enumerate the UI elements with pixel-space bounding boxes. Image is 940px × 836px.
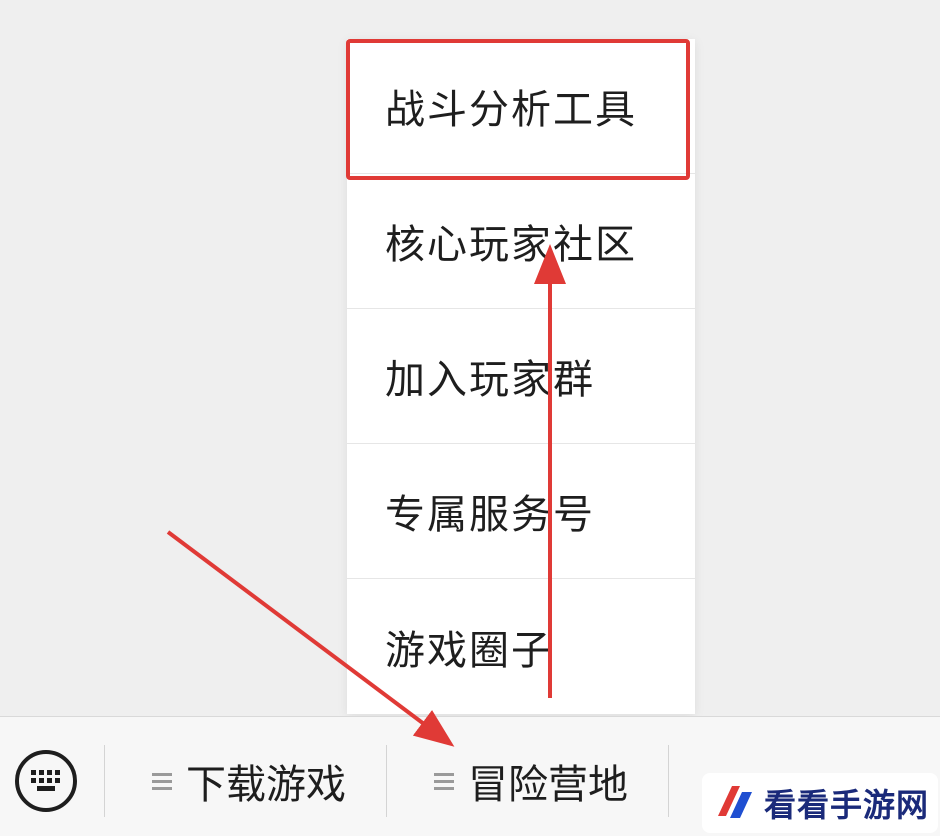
menu-lines-icon	[434, 772, 454, 790]
tab-divider	[386, 745, 387, 817]
menu-lines-icon	[152, 772, 172, 790]
tab-download-game[interactable]: 下载游戏	[152, 747, 346, 815]
tab-divider	[668, 745, 669, 817]
menu-item-battle-analysis[interactable]: 战斗分析工具	[347, 39, 695, 174]
keyboard-toggle-button[interactable]	[15, 750, 77, 812]
tab-adventure-camp[interactable]: 冒险营地	[434, 747, 628, 815]
menu-item-game-circle[interactable]: 游戏圈子	[347, 579, 695, 714]
menu-item-join-group[interactable]: 加入玩家群	[347, 309, 695, 444]
menu-item-label: 核心玩家社区	[385, 222, 637, 268]
site-logo-icon	[718, 786, 752, 818]
keyboard-icon	[31, 770, 60, 791]
watermark-text: 看看手游网	[764, 786, 930, 824]
tab-label: 冒险营地	[468, 762, 628, 808]
menu-item-core-community[interactable]: 核心玩家社区	[347, 174, 695, 309]
menu-item-label: 专属服务号	[385, 492, 595, 538]
popup-menu: 战斗分析工具 核心玩家社区 加入玩家群 专属服务号 游戏圈子	[347, 39, 695, 714]
tab-label: 下载游戏	[186, 762, 346, 808]
menu-item-service-account[interactable]: 专属服务号	[347, 444, 695, 579]
menu-item-label: 战斗分析工具	[385, 87, 637, 133]
menu-item-label: 加入玩家群	[385, 357, 595, 403]
tab-divider	[104, 745, 105, 817]
site-watermark: 看看手游网	[702, 773, 938, 833]
menu-item-label: 游戏圈子	[385, 627, 553, 674]
